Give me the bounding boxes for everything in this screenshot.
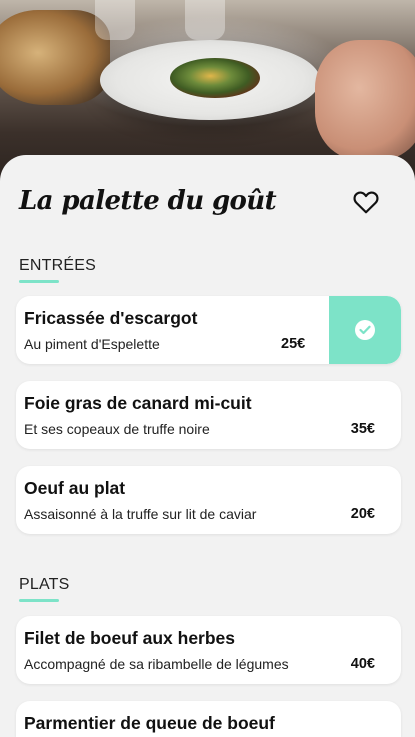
section-title-plats: PLATS (19, 576, 70, 593)
menu-item-card[interactable]: Fricassée d'escargot Au piment d'Espelet… (16, 296, 401, 364)
section-underline (19, 599, 59, 602)
menu-item-card[interactable]: Parmentier de queue de boeuf (16, 701, 401, 737)
section-underline (19, 280, 59, 283)
menu-item-price: 35€ (350, 421, 375, 437)
menu-item-card[interactable]: Oeuf au plat Assaisonné à la truffe sur … (16, 466, 401, 534)
menu-item-price: 40€ (350, 656, 375, 672)
favorite-button[interactable] (352, 190, 380, 218)
glass (95, 0, 135, 40)
menu-item-description: Et ses copeaux de truffe noire (24, 421, 210, 437)
menu-item-card[interactable]: Filet de boeuf aux herbes Accompagné de … (16, 616, 401, 684)
menu-item-name: Filet de boeuf aux herbes (24, 628, 236, 648)
bread-basket (0, 10, 110, 105)
menu-item-price: 25€ (281, 336, 306, 352)
menu-item-name: Fricassée d'escargot (24, 308, 198, 328)
menu-item-name: Foie gras de canard mi-cuit (24, 393, 252, 413)
menu-item-description: Assaisonné à la truffe sur lit de caviar (24, 506, 257, 522)
glass (185, 0, 225, 40)
menu-item-card[interactable]: Foie gras de canard mi-cuit Et ses copea… (16, 381, 401, 449)
select-item-button[interactable] (329, 296, 401, 364)
heart-outline-icon (353, 190, 379, 219)
menu-item-description: Accompagné de sa ribambelle de légumes (24, 656, 289, 672)
check-circle-icon (355, 320, 375, 340)
menu-item-name: Oeuf au plat (24, 478, 126, 498)
menu-item-content[interactable]: Fricassée d'escargot Au piment d'Espelet… (16, 296, 329, 364)
dish (170, 58, 260, 98)
restaurant-title: La palette du goût (19, 186, 277, 216)
section-title-entrees: ENTRÉES (19, 257, 96, 274)
hand (315, 40, 415, 160)
menu-item-price: 20€ (350, 506, 375, 522)
menu-item-name: Parmentier de queue de boeuf (24, 713, 275, 733)
menu-item-description: Au piment d'Espelette (24, 336, 160, 352)
